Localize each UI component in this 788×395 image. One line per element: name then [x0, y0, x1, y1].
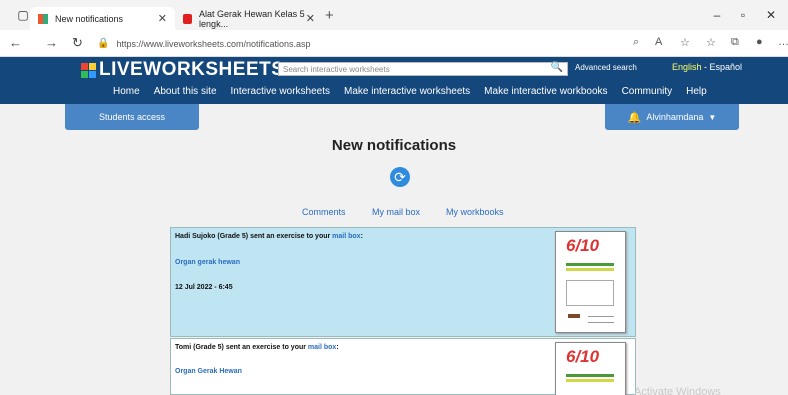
sender-suffix: : — [360, 233, 363, 240]
search-page-icon[interactable]: ⌕ — [633, 36, 639, 49]
workbooks-link[interactable]: My workbooks — [446, 207, 504, 217]
tab-alat-gerak[interactable]: Alat Gerak Hewan Kelas 5 lengk... ✕ — [175, 7, 323, 30]
comments-link[interactable]: Comments — [302, 207, 346, 217]
lang-separator: - — [701, 62, 710, 72]
favorites-list-icon[interactable]: ☆ — [706, 36, 716, 49]
liveworksheets-favicon-icon — [38, 13, 48, 24]
browser-tab-bar: ▢ New notifications ✕ Alat Gerak Hewan K… — [0, 0, 788, 30]
notification-item: Hadi Sujoko (Grade 5) sent an exercise t… — [170, 227, 636, 337]
more-icon[interactable]: … — [778, 36, 788, 48]
back-icon[interactable]: ← — [9, 35, 22, 50]
search-input[interactable]: Search interactive worksheets 🔍 — [278, 62, 568, 76]
logo-text: LIVEWORKSHEETS — [99, 59, 285, 80]
url-text: https://www.liveworksheets.com/notificat… — [116, 38, 311, 49]
activate-windows-watermark: Activate Windows — [634, 386, 721, 395]
collections-icon[interactable]: ⧉ — [731, 36, 739, 49]
thumb-bar — [566, 263, 614, 266]
sender-suffix: : — [336, 344, 339, 351]
lock-icon: 🔒 — [97, 38, 110, 49]
menu-about[interactable]: About this site — [154, 86, 217, 97]
menu-home[interactable]: Home — [113, 86, 140, 97]
restore-icon[interactable]: ▫ — [734, 6, 752, 24]
thumb-line — [568, 314, 580, 318]
language-switch: English - Español — [672, 62, 742, 72]
mailbox-link[interactable]: My mail box — [372, 207, 420, 217]
logo-mark-icon — [81, 62, 96, 78]
url-field[interactable]: 🔒 https://www.liveworksheets.com/notific… — [97, 34, 657, 53]
worksheet-link[interactable]: Organ Gerak Hewan — [175, 368, 242, 375]
close-icon[interactable]: ✕ — [158, 12, 167, 25]
username: Alvinhamdana — [646, 112, 704, 122]
worksheet-link[interactable]: Organ gerak hewan — [175, 259, 240, 266]
site-logo[interactable]: LIVEWORKSHEETS — [81, 59, 284, 81]
lang-espanol-link[interactable]: Español — [710, 62, 743, 72]
close-icon[interactable]: ✕ — [306, 12, 315, 25]
mailbox-inline-link[interactable]: mail box — [308, 344, 336, 351]
menu-make-workbooks[interactable]: Make interactive workbooks — [484, 86, 607, 97]
thumb-bar — [566, 374, 614, 377]
sender-text: Tomi (Grade 5) sent an exercise to your — [175, 344, 308, 351]
worksheet-thumbnail[interactable]: 6/10 — [555, 231, 626, 333]
site-header: LIVEWORKSHEETS Search interactive worksh… — [0, 57, 788, 104]
profile-icon[interactable]: ● — [756, 36, 763, 48]
address-bar: ← → ↻ 🔒 https://www.liveworksheets.com/n… — [0, 30, 788, 57]
forward-icon[interactable]: → — [45, 35, 58, 50]
favorite-icon[interactable]: ☆ — [680, 36, 690, 49]
students-access-button[interactable]: Students access — [65, 104, 199, 130]
grade-score: 6/10 — [566, 236, 600, 255]
youtube-favicon-icon — [183, 13, 193, 24]
grade-score: 6/10 — [566, 347, 600, 366]
thumb-line — [588, 316, 614, 317]
menu-interactive-worksheets[interactable]: Interactive worksheets — [231, 86, 331, 97]
tab-label: New notifications — [55, 13, 124, 24]
bell-icon: 🔔 — [627, 111, 642, 124]
close-window-icon[interactable]: ✕ — [762, 6, 780, 24]
new-tab-icon[interactable]: + — [325, 7, 334, 24]
user-menu-button[interactable]: 🔔 Alvinhamdana ▼ — [605, 104, 739, 130]
sender-text: Hadi Sujoko (Grade 5) sent an exercise t… — [175, 233, 333, 240]
refresh-icon[interactable]: ⟳ — [390, 167, 410, 187]
tab-label: Alat Gerak Hewan Kelas 5 lengk... — [199, 8, 305, 29]
menu-make-worksheets[interactable]: Make interactive worksheets — [344, 86, 470, 97]
menu-help[interactable]: Help — [686, 86, 707, 97]
search-icon[interactable]: 🔍 — [551, 62, 563, 73]
menu-community[interactable]: Community — [622, 86, 673, 97]
advanced-search-link[interactable]: Advanced search — [575, 63, 637, 72]
page-title: New notifications — [331, 137, 457, 154]
tab-new-notifications[interactable]: New notifications ✕ — [30, 7, 175, 30]
main-menu: Home About this site Interactive workshe… — [113, 86, 721, 97]
notification-sender: Tomi (Grade 5) sent an exercise to your … — [175, 344, 339, 351]
minimize-icon[interactable]: – — [708, 6, 726, 24]
thumb-bar — [566, 379, 614, 382]
thumb-line — [588, 322, 614, 323]
notification-item: Tomi (Grade 5) sent an exercise to your … — [170, 338, 636, 395]
read-aloud-icon[interactable]: A — [655, 36, 662, 48]
thumb-box — [566, 280, 614, 306]
mailbox-inline-link[interactable]: mail box — [332, 233, 360, 240]
reload-icon[interactable]: ↻ — [72, 35, 83, 51]
notification-sender: Hadi Sujoko (Grade 5) sent an exercise t… — [175, 233, 363, 240]
thumb-bar — [566, 268, 614, 271]
lang-english-link[interactable]: English — [672, 62, 702, 72]
notification-date: 12 Jul 2022 - 6:45 — [175, 284, 233, 291]
worksheet-thumbnail[interactable]: 6/10 — [555, 342, 626, 395]
chevron-down-icon: ▼ — [708, 112, 717, 122]
search-placeholder: Search interactive worksheets — [283, 64, 390, 74]
